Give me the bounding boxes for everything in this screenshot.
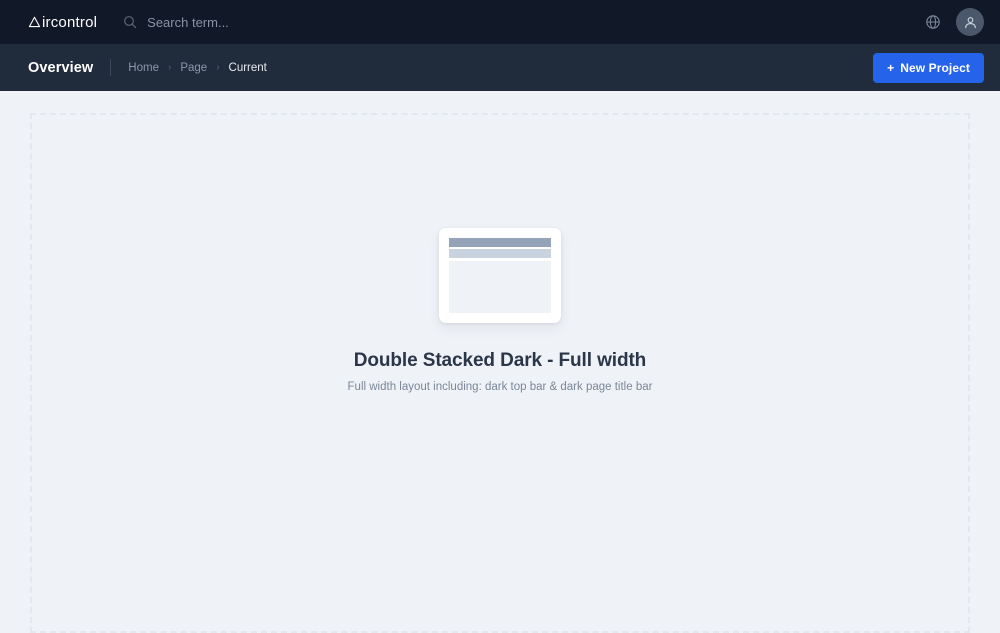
avatar[interactable] bbox=[956, 8, 984, 36]
empty-state-subtitle: Full width layout including: dark top ba… bbox=[347, 381, 653, 393]
globe-icon[interactable] bbox=[920, 9, 946, 35]
breadcrumb-item-current: Current bbox=[228, 61, 267, 74]
layout-wireframe-icon bbox=[439, 228, 561, 323]
breadcrumb-item-page[interactable]: Page bbox=[180, 62, 207, 74]
empty-state-title: Double Stacked Dark - Full width bbox=[353, 350, 647, 371]
brand-logo[interactable]: ircontrol bbox=[28, 15, 97, 30]
breadcrumb-separator: › bbox=[167, 61, 172, 73]
plus-icon: + bbox=[887, 60, 895, 75]
search-input[interactable] bbox=[147, 14, 408, 30]
breadcrumb-item-home[interactable]: Home bbox=[128, 62, 159, 74]
breadcrumb: Home › Page › Current bbox=[128, 62, 267, 74]
main-content: Double Stacked Dark - Full width Full wi… bbox=[0, 91, 1000, 633]
brand-name: ircontrol bbox=[42, 13, 98, 31]
wireframe-title-bar bbox=[449, 249, 551, 258]
top-bar-actions bbox=[920, 8, 984, 36]
empty-state: Double Stacked Dark - Full width Full wi… bbox=[0, 228, 1000, 393]
search-icon bbox=[123, 15, 137, 29]
search-bar[interactable] bbox=[123, 14, 920, 30]
triangle-logo-icon bbox=[28, 15, 41, 29]
top-bar: ircontrol bbox=[0, 0, 1000, 44]
new-project-label: New Project bbox=[900, 60, 970, 75]
wireframe-body bbox=[449, 261, 551, 313]
wireframe-top-bar bbox=[449, 238, 551, 247]
breadcrumb-separator: › bbox=[216, 61, 220, 73]
page-title-bar: Overview Home › Page › Current + New Pro… bbox=[0, 44, 1000, 91]
new-project-button[interactable]: + New Project bbox=[873, 52, 984, 83]
page-title: Overview bbox=[28, 59, 94, 76]
title-divider bbox=[110, 59, 112, 76]
